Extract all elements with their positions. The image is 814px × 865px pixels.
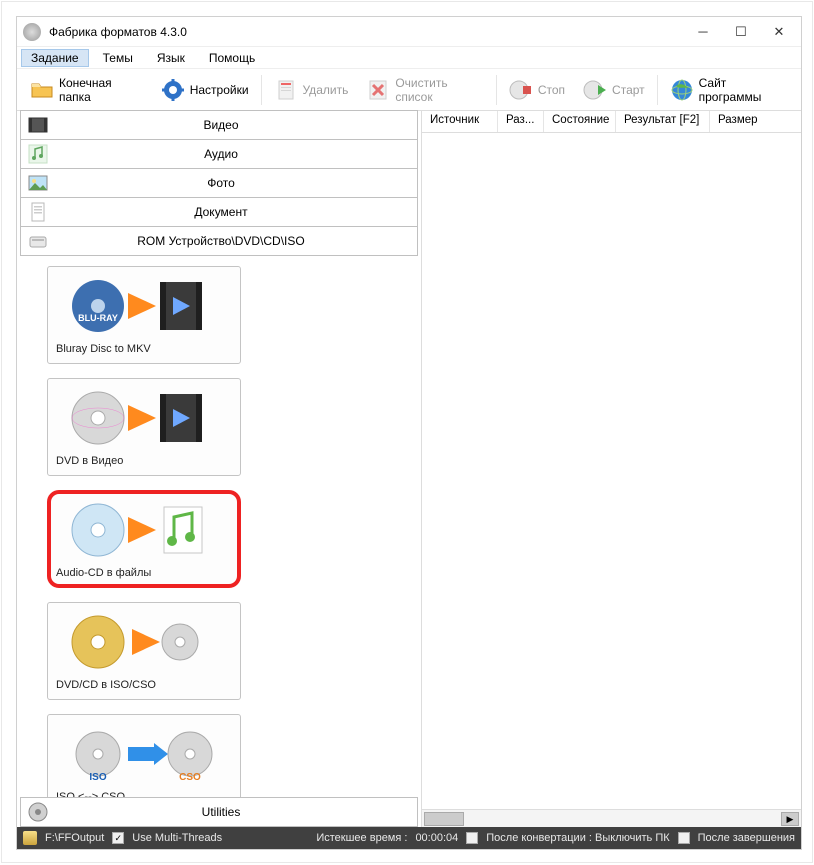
after-conv-label: После конвертации : Выключить ПК [486, 832, 669, 844]
multithreads-label: Use Multi-Threads [132, 832, 222, 844]
gear-icon [161, 78, 185, 102]
accordion-rom[interactable]: ROM Устройство\DVD\CD\ISO [20, 226, 418, 256]
accordion-audio[interactable]: Аудио [20, 139, 418, 169]
rom-content: BLU-RAY Bluray Disc to MKV DVD в Видео Audi… [17, 256, 421, 797]
rom-card-label: DVD/CD в ISO/CSO [56, 679, 232, 691]
website-button[interactable]: Сайт программы [661, 73, 797, 107]
accordion-utilities-label: Utilities [55, 805, 417, 819]
audio-icon [27, 143, 49, 165]
isocso-icon: ISO CSO [56, 723, 232, 785]
col-source[interactable]: Источник [422, 111, 498, 132]
after-conv-checkbox[interactable] [466, 832, 478, 844]
globe-icon [670, 78, 694, 102]
audiocd-icon [56, 499, 232, 561]
rom-card-isocso[interactable]: ISOCSOISO <--> CSO [47, 714, 241, 797]
settings-label: Настройки [190, 83, 249, 97]
window: Фабрика форматов 4.3.0 ─ ☐ ✕ Задание Тем… [16, 16, 802, 850]
document-icon [27, 201, 49, 223]
rom-card-audiocd[interactable]: Audio-CD в файлы [47, 490, 241, 588]
rom-card-bluray[interactable]: BLU-RAY Bluray Disc to MKV [47, 266, 241, 364]
column-headers: Источник Раз... Состояние Результат [F2]… [422, 111, 801, 133]
col-status[interactable]: Состояние [544, 111, 616, 132]
minimize-button[interactable]: ─ [691, 24, 715, 40]
accordion-photo-label: Фото [55, 176, 417, 190]
bluray-icon: BLU-RAY [56, 275, 232, 337]
rom-card-label: Audio-CD в файлы [56, 567, 232, 579]
accordion-rom-label: ROM Устройство\DVD\CD\ISO [55, 234, 417, 248]
close-button[interactable]: ✕ [767, 24, 791, 40]
accordion-video-label: Видео [55, 118, 417, 132]
menubar: Задание Темы Язык Помощь [17, 47, 801, 69]
start-button[interactable]: Старт [574, 73, 654, 107]
maximize-button[interactable]: ☐ [729, 24, 753, 40]
dvdiso-icon [56, 611, 232, 673]
elapsed-value: 00:00:04 [415, 832, 458, 844]
website-label: Сайт программы [699, 76, 788, 104]
scroll-thumb[interactable] [424, 812, 464, 826]
stop-label: Стоп [538, 83, 565, 97]
app-icon [23, 23, 41, 41]
utilities-icon [27, 801, 49, 823]
dvd-icon [56, 387, 232, 449]
rom-card-label: Bluray Disc to MKV [56, 343, 232, 355]
statusbar: F:\FFOutput ✓ Use Multi-Threads Истекшее… [17, 827, 801, 849]
svg-text:CSO: CSO [179, 772, 201, 783]
rom-card-label: DVD в Видео [56, 455, 232, 467]
clear-icon [366, 78, 390, 102]
after-done-checkbox[interactable] [678, 832, 690, 844]
folder-icon [30, 78, 54, 102]
accordion-document[interactable]: Документ [20, 197, 418, 227]
settings-button[interactable]: Настройки [152, 73, 258, 107]
grid-body [422, 133, 801, 809]
output-folder-icon[interactable] [23, 831, 37, 845]
svg-text:BLU-RAY: BLU-RAY [78, 313, 118, 323]
output-folder-label: Конечная папка [59, 76, 143, 104]
elapsed-label: Истекшее время : [316, 832, 407, 844]
menu-themes[interactable]: Темы [93, 49, 143, 67]
delete-button[interactable]: Удалить [265, 73, 358, 107]
output-path[interactable]: F:\FFOutput [45, 832, 104, 844]
titlebar: Фабрика форматов 4.3.0 ─ ☐ ✕ [17, 17, 801, 47]
horizontal-scrollbar[interactable]: ▶ [422, 809, 801, 827]
clear-label: Очистить список [395, 76, 484, 104]
menu-task[interactable]: Задание [21, 49, 89, 67]
rom-card-dvdiso[interactable]: DVD/CD в ISO/CSO [47, 602, 241, 700]
accordion-video[interactable]: Видео [20, 110, 418, 140]
right-pane: Источник Раз... Состояние Результат [F2]… [422, 111, 801, 827]
delete-label: Удалить [303, 83, 349, 97]
start-label: Старт [612, 83, 645, 97]
menu-lang[interactable]: Язык [147, 49, 195, 67]
window-title: Фабрика форматов 4.3.0 [49, 25, 187, 39]
multithreads-checkbox[interactable]: ✓ [112, 832, 124, 844]
start-icon [583, 78, 607, 102]
drive-icon [27, 230, 49, 252]
output-folder-button[interactable]: Конечная папка [21, 73, 152, 107]
stop-button[interactable]: Стоп [500, 73, 574, 107]
accordion-utilities[interactable]: Utilities [20, 797, 418, 827]
menu-help[interactable]: Помощь [199, 49, 265, 67]
toolbar: Конечная папка Настройки Удалить Очистит… [17, 69, 801, 111]
accordion-photo[interactable]: Фото [20, 168, 418, 198]
col-result[interactable]: Результат [F2] [616, 111, 710, 132]
accordion-document-label: Документ [55, 205, 417, 219]
svg-text:ISO: ISO [89, 772, 106, 783]
main-area: Видео Аудио Фото Документ [17, 111, 801, 827]
accordion-audio-label: Аудио [55, 147, 417, 161]
after-done-label: После завершения [698, 832, 795, 844]
video-icon [27, 114, 49, 136]
clear-list-button[interactable]: Очистить список [357, 73, 493, 107]
left-pane: Видео Аудио Фото Документ [17, 111, 422, 827]
rom-card-dvd[interactable]: DVD в Видео [47, 378, 241, 476]
col-size-out[interactable]: Размер [710, 111, 801, 132]
photo-icon [27, 172, 49, 194]
scroll-right-arrow[interactable]: ▶ [781, 812, 799, 826]
col-size-in[interactable]: Раз... [498, 111, 544, 132]
delete-icon [274, 78, 298, 102]
stop-icon [509, 78, 533, 102]
